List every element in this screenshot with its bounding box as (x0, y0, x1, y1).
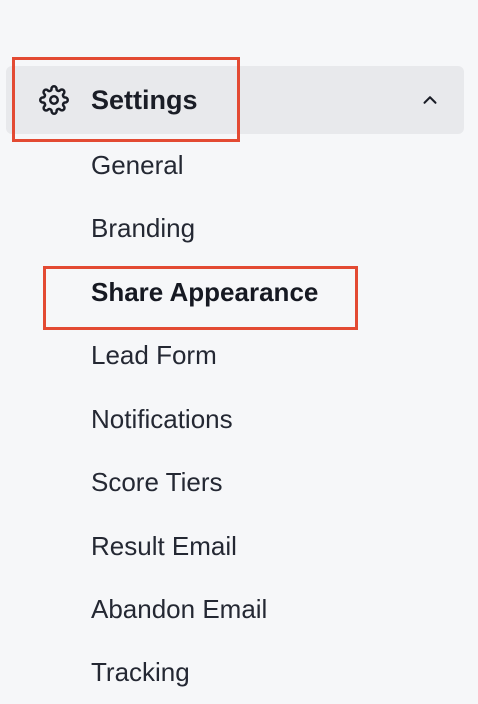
settings-label: Settings (91, 85, 198, 115)
submenu-item-abandon-email[interactable]: Abandon Email (91, 578, 267, 641)
submenu-item-share-appearance[interactable]: Share Appearance (91, 261, 318, 324)
settings-section-header[interactable]: Settings (6, 66, 464, 134)
submenu-item-score-tiers[interactable]: Score Tiers (91, 451, 223, 514)
submenu-item-tracking[interactable]: Tracking (91, 641, 190, 704)
submenu-item-branding[interactable]: Branding (91, 197, 195, 260)
submenu-item-notifications[interactable]: Notifications (91, 388, 233, 451)
submenu-item-result-email[interactable]: Result Email (91, 515, 237, 578)
chevron-up-icon[interactable] (419, 89, 441, 111)
submenu-item-lead-form[interactable]: Lead Form (91, 324, 217, 387)
submenu-item-general[interactable]: General (91, 134, 184, 197)
gear-icon (39, 85, 69, 115)
